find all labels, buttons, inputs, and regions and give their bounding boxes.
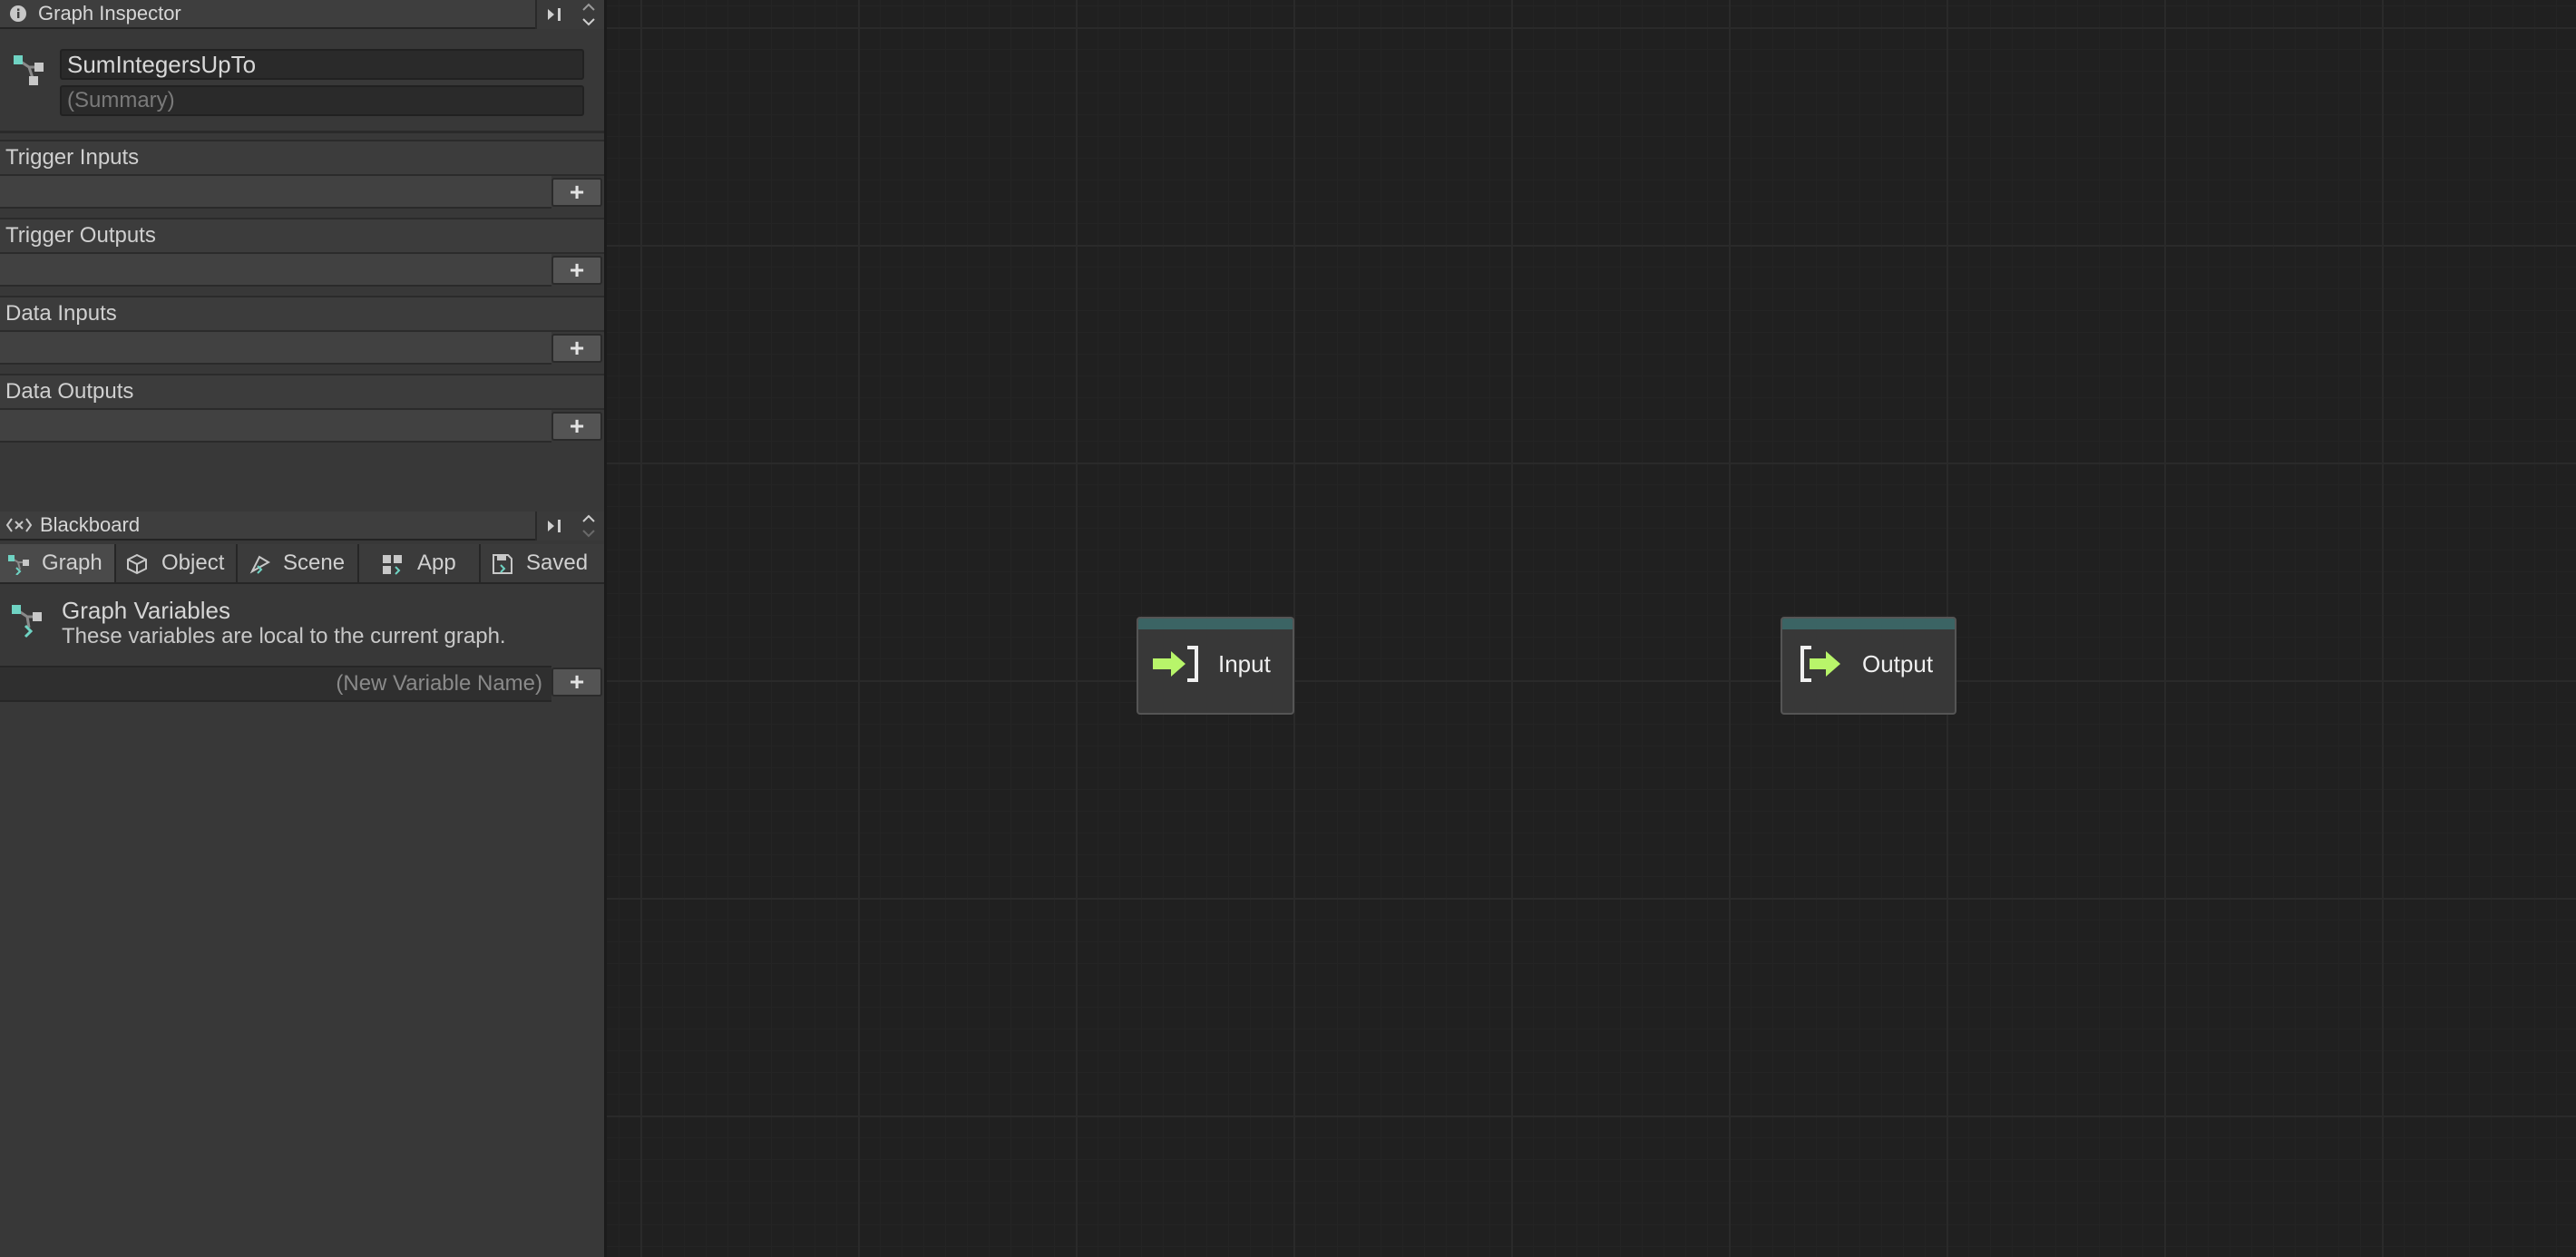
data-inputs-list [0, 332, 551, 365]
dock-icon [548, 8, 561, 21]
tab-saved[interactable]: Saved [481, 544, 604, 582]
graph-icon [14, 55, 44, 85]
tab-object-label: Object [161, 551, 225, 575]
trigger-inputs-header: Trigger Inputs [0, 140, 604, 176]
output-arrow-icon [1800, 646, 1840, 682]
blackboard-pin-button[interactable] [535, 512, 573, 541]
add-data-output-button[interactable]: + [551, 412, 602, 441]
graph-inspector-header[interactable]: Graph Inspector [0, 0, 535, 29]
info-icon [10, 5, 26, 22]
divider [0, 131, 604, 133]
dock-icon [548, 520, 561, 532]
chevron-up-icon [582, 514, 595, 522]
blackboard-scroll-buttons[interactable] [573, 512, 604, 541]
graph-inspector-title: Graph Inspector [38, 2, 181, 24]
new-variable-row: (New Variable Name) [0, 666, 551, 702]
chevron-down-icon [582, 530, 595, 538]
input-node-label: Input [1218, 650, 1271, 677]
tab-object[interactable]: Object [116, 544, 238, 582]
left-panel: Graph Inspector SumIntegersUpTo (Summary… [0, 0, 607, 1257]
inspector-scroll-buttons[interactable] [573, 0, 604, 29]
summary-field[interactable]: (Summary) [60, 85, 584, 116]
output-node[interactable]: Output [1781, 617, 1956, 715]
tab-saved-label: Saved [526, 551, 589, 575]
blackboard-tabs: Graph Object Scene App Saved [0, 544, 604, 584]
add-data-input-button[interactable]: + [551, 334, 602, 363]
cube-icon [127, 553, 147, 575]
trigger-outputs-list [0, 254, 551, 287]
input-arrow-icon [1153, 646, 1198, 682]
blackboard-title: Blackboard [40, 513, 141, 536]
add-trigger-output-button[interactable]: + [551, 256, 602, 285]
tab-app[interactable]: App [359, 544, 481, 582]
graph-variables-title: Graph Variables [62, 597, 230, 624]
graph-name-field[interactable]: SumIntegersUpTo [60, 49, 584, 80]
node-header [1782, 619, 1955, 629]
data-outputs-header: Data Outputs [0, 374, 604, 410]
add-trigger-input-button[interactable]: + [551, 178, 602, 207]
blackboard-header[interactable]: Blackboard [0, 512, 535, 541]
graph-variables-description: These variables are local to the current… [62, 624, 506, 648]
graph-canvas[interactable]: Input Output [607, 0, 2576, 1257]
add-variable-button[interactable]: + [551, 667, 602, 697]
save-icon [493, 554, 512, 574]
output-node-label: Output [1862, 650, 1934, 677]
tab-scene-label: Scene [283, 551, 346, 575]
trigger-inputs-list [0, 176, 551, 209]
data-inputs-header: Data Inputs [0, 296, 604, 332]
tab-graph[interactable]: Graph [0, 544, 116, 582]
variable-icon [5, 518, 33, 532]
chevron-down-icon [582, 18, 595, 26]
tab-graph-label: Graph [42, 551, 102, 575]
graph-icon [8, 555, 29, 575]
tab-scene[interactable]: Scene [238, 544, 359, 582]
inspector-empty-area [0, 444, 604, 512]
new-variable-name-field[interactable]: (New Variable Name) [336, 667, 542, 700]
chevron-up-icon [582, 3, 595, 11]
node-header [1138, 619, 1293, 629]
scene-icon [249, 555, 270, 574]
graph-icon [12, 605, 42, 638]
data-outputs-list [0, 410, 551, 443]
input-node[interactable]: Input [1137, 617, 1294, 715]
tab-app-label: App [417, 551, 456, 575]
app-icon [383, 555, 402, 575]
inspector-pin-button[interactable] [535, 0, 573, 29]
trigger-outputs-header: Trigger Outputs [0, 218, 604, 254]
